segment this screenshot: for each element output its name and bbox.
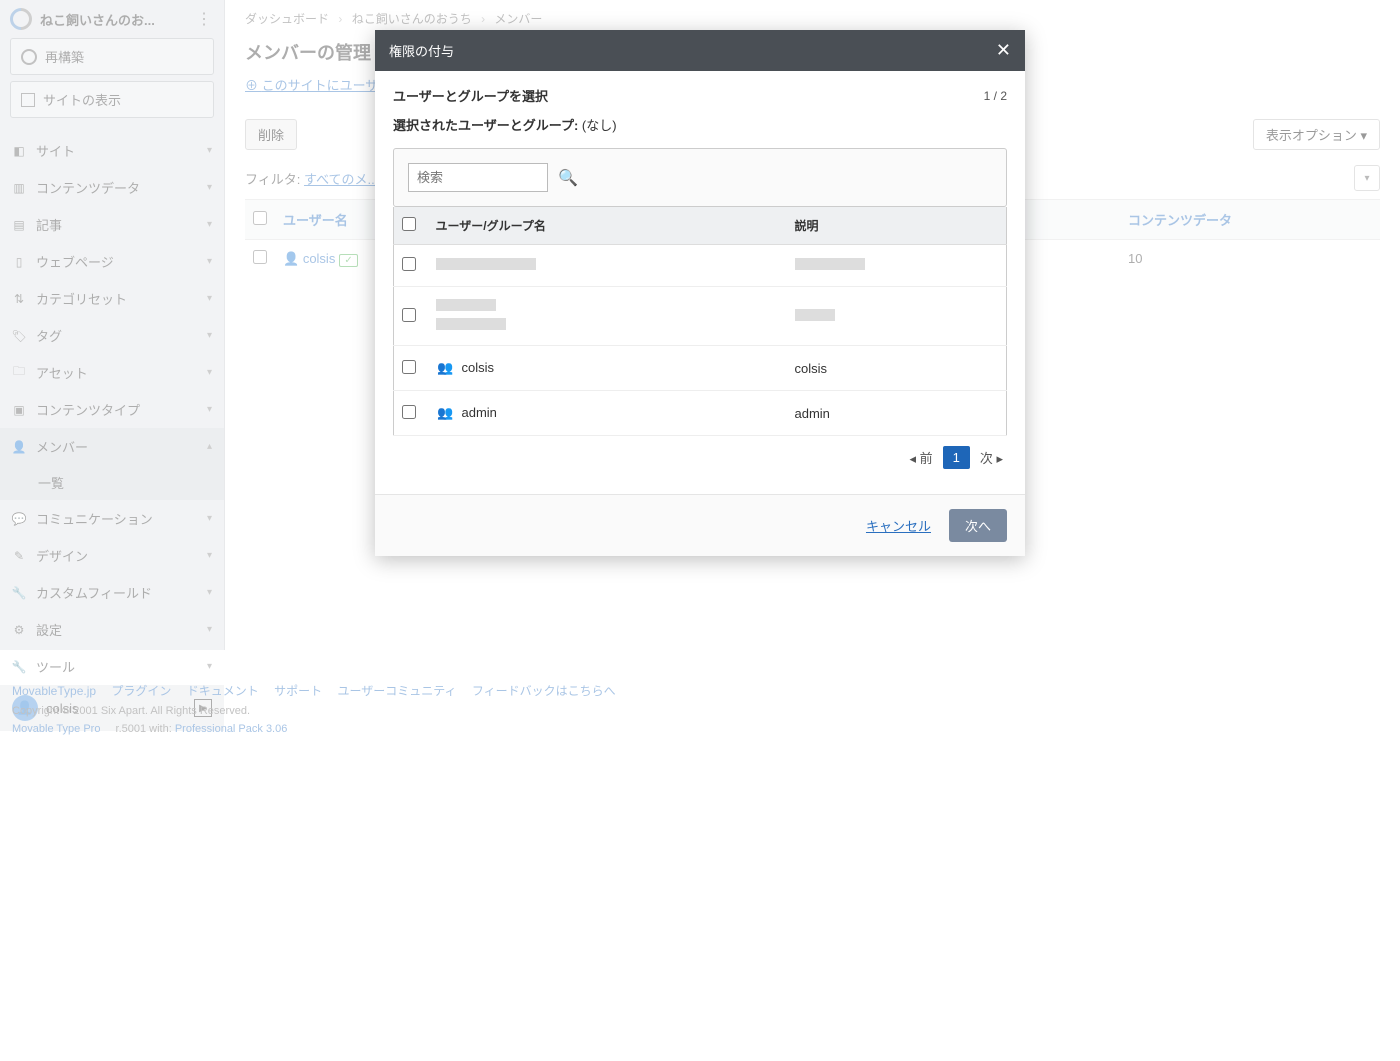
modal-step-title: ユーザーとグループを選択 — [393, 86, 984, 105]
user-group-table: ユーザー/グループ名 説明 👥colsis colsis — [393, 207, 1007, 436]
list-item: 👥colsis colsis — [394, 346, 1007, 391]
selected-none: (なし) — [582, 118, 617, 133]
pager: ◂ 前 1 次 ▸ — [393, 436, 1007, 479]
row-checkbox[interactable] — [402, 405, 416, 419]
col-description: 説明 — [787, 207, 1007, 245]
selected-label: 選択されたユーザーとグループ: — [393, 118, 578, 133]
pager-current[interactable]: 1 — [943, 446, 970, 469]
close-icon[interactable]: ✕ — [996, 40, 1011, 61]
search-box: 🔍 — [393, 148, 1007, 207]
search-icon[interactable]: 🔍 — [558, 168, 578, 188]
list-item — [394, 245, 1007, 287]
pager-prev[interactable]: ◂ 前 — [909, 448, 932, 467]
modal-title: 権限の付与 — [389, 41, 996, 60]
row-checkbox[interactable] — [402, 308, 416, 322]
user-icon: 👥 — [436, 358, 456, 378]
user-icon: 👥 — [436, 403, 456, 423]
modal-select-all-checkbox[interactable] — [402, 217, 416, 231]
modal-step-count: 1 / 2 — [984, 89, 1007, 103]
modal-footer: キャンセル 次へ — [375, 494, 1025, 556]
modal-header: 権限の付与 ✕ — [375, 30, 1025, 71]
cancel-button[interactable]: キャンセル — [866, 516, 931, 535]
row-checkbox[interactable] — [402, 360, 416, 374]
pager-next[interactable]: 次 ▸ — [980, 448, 1003, 467]
row-checkbox[interactable] — [402, 257, 416, 271]
next-button[interactable]: 次へ — [949, 509, 1007, 542]
col-user-group-name: ユーザー/グループ名 — [428, 207, 787, 245]
list-item: 👥admin admin — [394, 391, 1007, 436]
search-input[interactable] — [408, 163, 548, 192]
list-item — [394, 287, 1007, 346]
grant-permission-modal: 権限の付与 ✕ ユーザーとグループを選択 1 / 2 選択されたユーザーとグルー… — [375, 30, 1025, 556]
